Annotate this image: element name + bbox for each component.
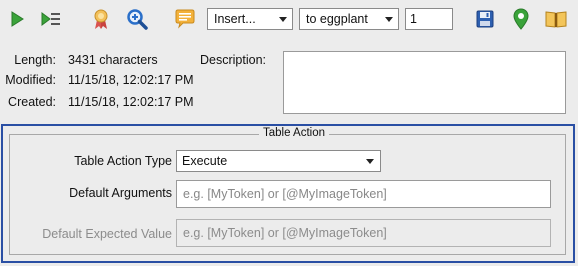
modified-label: Modified: [5,73,56,87]
count-field[interactable]: 1 [405,8,453,30]
default-arguments-label: Default Arguments [69,186,172,200]
location-pin-icon[interactable] [508,6,534,32]
chevron-down-icon [385,17,393,22]
chevron-down-icon [366,159,374,164]
zoom-search-icon[interactable] [124,6,150,32]
created-label: Created: [8,95,56,109]
run-selection-icon[interactable] [38,6,64,32]
table-action-type-select[interactable]: Execute [176,150,381,172]
default-arguments-input[interactable]: e.g. [MyToken] or [@MyImageToken] [176,180,551,208]
length-value: 3431 characters [68,53,158,67]
table-action-title: Table Action [259,127,330,139]
default-expected-value-input: e.g. [MyToken] or [@MyImageToken] [176,219,551,247]
toolbar: Insert... to eggplant 1 [0,0,578,40]
target-select-value: to eggplant [306,12,368,26]
comment-icon[interactable] [172,6,198,32]
run-icon[interactable] [4,6,30,32]
save-icon[interactable] [472,6,498,32]
insert-select[interactable]: Insert... [207,8,293,30]
insert-select-value: Insert... [214,12,256,26]
target-select[interactable]: to eggplant [299,8,399,30]
book-icon[interactable] [543,6,569,32]
length-label: Length: [14,53,56,67]
default-expected-value-label: Default Expected Value [42,227,172,241]
description-label: Description: [200,53,266,67]
ribbon-award-icon[interactable] [88,6,114,32]
table-action-type-label: Table Action Type [74,154,172,168]
modified-value: 11/15/18, 12:02:17 PM [68,73,194,87]
created-value: 11/15/18, 12:02:17 PM [68,95,194,109]
table-action-type-value: Execute [182,154,228,168]
description-field[interactable] [283,51,566,114]
chevron-down-icon [279,17,287,22]
